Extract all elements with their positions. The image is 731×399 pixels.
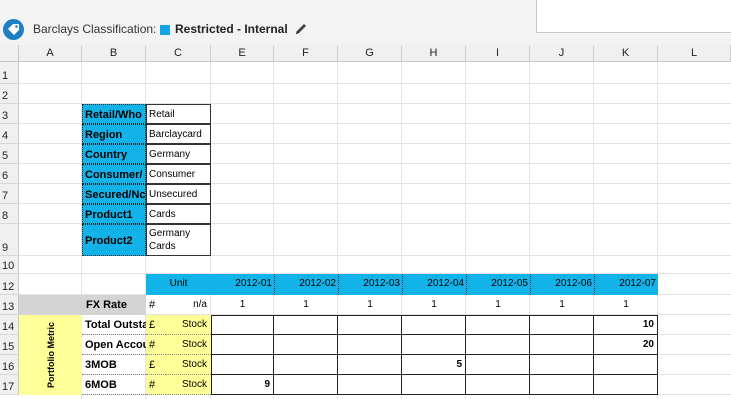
fx-unit: n/a — [193, 299, 207, 310]
metric-unit: Stock — [166, 315, 211, 335]
fx-value[interactable]: 1 — [530, 295, 594, 315]
metric-label: Total Outsta — [82, 315, 146, 335]
fx-band — [19, 295, 82, 315]
metric-label: 6MOB — [82, 375, 146, 395]
fx-value[interactable]: 1 — [338, 295, 402, 315]
period-header: 2012-06 — [530, 274, 594, 295]
side-label-cell: Portfolio Metric — [19, 315, 82, 395]
fx-value[interactable]: 1 — [274, 295, 338, 315]
row-gridline — [19, 83, 731, 84]
column-header-f[interactable]: F — [274, 45, 338, 62]
metric-symbol: £ — [146, 355, 166, 375]
row-header-17[interactable]: 17 — [0, 375, 19, 395]
unit-header: Unit — [146, 274, 211, 295]
row-header-2[interactable]: 2 — [0, 84, 19, 104]
metric-label: 3MOB — [82, 355, 146, 375]
fx-symbol: # — [149, 299, 156, 311]
row-header-4[interactable]: 4 — [0, 124, 19, 144]
row-header-13[interactable]: 13 — [0, 295, 19, 315]
info-label: Region — [82, 124, 146, 144]
row-header-16[interactable]: 16 — [0, 355, 19, 375]
row-header-9[interactable]: 9 — [0, 224, 19, 256]
row-header-15[interactable]: 15 — [0, 335, 19, 355]
info-label: Consumer/ — [82, 164, 146, 184]
row-header-3[interactable]: 3 — [0, 104, 19, 124]
row-header-8[interactable]: 8 — [0, 204, 19, 224]
spreadsheet-grid: A B C E F G H I J K L 1 2 3 4 5 6 7 8 9 10 12 13 14 15 16 17 Retail… — [0, 0, 731, 399]
period-header: 2012-03 — [338, 274, 402, 295]
row-header-10[interactable]: 10 — [0, 256, 19, 274]
row-header-1[interactable]: 1 — [0, 62, 19, 84]
info-value[interactable]: Barclaycard — [146, 124, 211, 144]
fx-value[interactable]: 1 — [211, 295, 274, 315]
info-label: Secured/Nc — [82, 184, 146, 204]
side-label-text: Portfolio Metric — [46, 321, 56, 389]
metric-symbol: £ — [146, 315, 166, 335]
row-header-12[interactable]: 12 — [0, 274, 19, 295]
metric-label: Open Accou — [82, 335, 146, 355]
info-label: Country — [82, 144, 146, 164]
column-header-b[interactable]: B — [82, 45, 146, 62]
row-header-14[interactable]: 14 — [0, 315, 19, 335]
fx-value[interactable]: 1 — [466, 295, 530, 315]
info-value[interactable]: Unsecured — [146, 184, 211, 204]
fx-value[interactable]: 1 — [402, 295, 466, 315]
fx-rate-label: FX Rate — [82, 295, 146, 315]
info-value[interactable]: Cards — [146, 204, 211, 224]
column-header-a[interactable]: A — [19, 45, 82, 62]
period-header: 2012-07 — [594, 274, 658, 295]
period-header: 2012-04 — [402, 274, 466, 295]
column-header-i[interactable]: I — [466, 45, 530, 62]
row-header-5[interactable]: 5 — [0, 144, 19, 164]
info-label: Product2 — [82, 224, 146, 256]
fx-value[interactable]: 1 — [594, 295, 658, 315]
column-header-h[interactable]: H — [402, 45, 466, 62]
info-value[interactable]: Germany — [146, 144, 211, 164]
column-header-e[interactable]: E — [211, 45, 274, 62]
info-value[interactable]: Germany Cards — [146, 224, 211, 256]
info-value[interactable]: Retail — [146, 104, 211, 124]
period-header: 2012-01 — [211, 274, 274, 295]
metric-unit: Stock — [166, 375, 211, 395]
info-value[interactable]: Consumer — [146, 164, 211, 184]
select-all-corner[interactable] — [0, 45, 19, 62]
period-header: 2012-02 — [274, 274, 338, 295]
metric-unit: Stock — [166, 335, 211, 355]
row-header-6[interactable]: 6 — [0, 164, 19, 184]
column-header-l[interactable]: L — [658, 45, 731, 62]
info-label: Retail/Who — [82, 104, 146, 124]
info-label: Product1 — [82, 204, 146, 224]
row-header-7[interactable]: 7 — [0, 184, 19, 204]
metric-symbol: # — [146, 335, 166, 355]
column-header-g[interactable]: G — [338, 45, 402, 62]
period-header: 2012-05 — [466, 274, 530, 295]
data-block-border — [211, 315, 658, 395]
metric-unit: Stock — [166, 355, 211, 375]
column-header-k[interactable]: K — [594, 45, 658, 62]
column-header-c[interactable]: C — [146, 45, 211, 62]
metric-symbol: # — [146, 375, 166, 395]
column-header-j[interactable]: J — [530, 45, 594, 62]
